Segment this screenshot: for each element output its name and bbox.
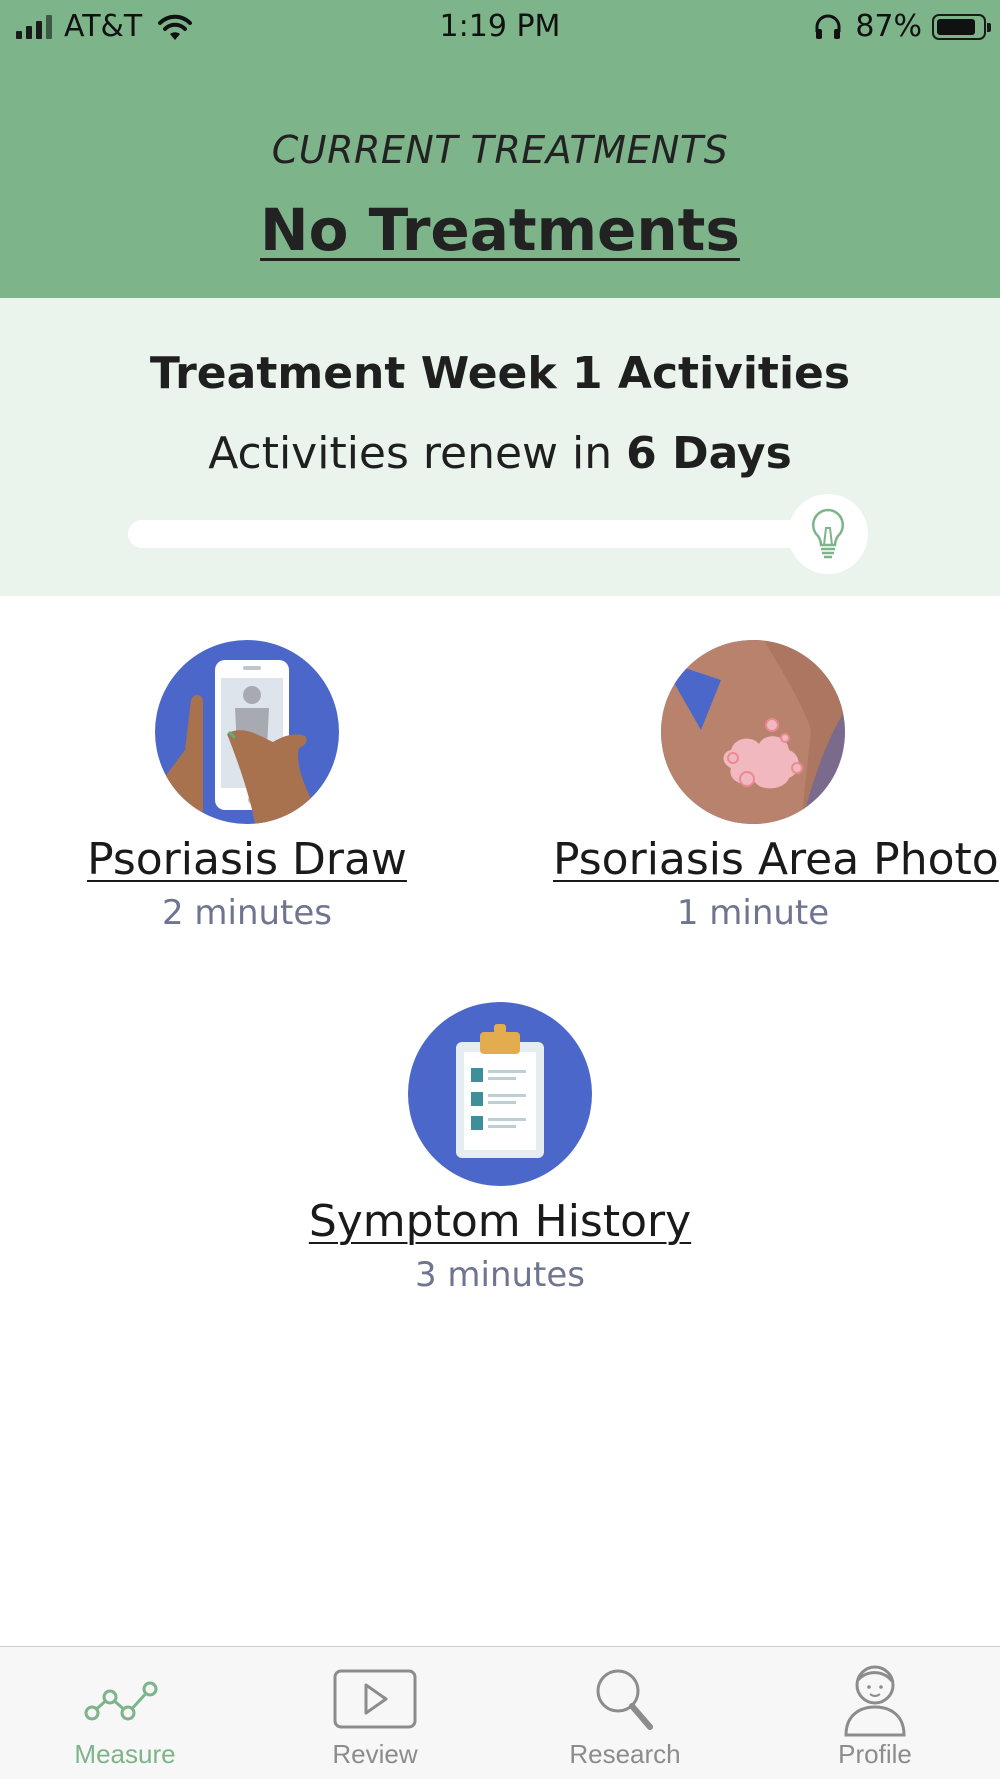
carrier-group: AT&T (16, 9, 194, 45)
activity-name[interactable]: Psoriasis Area Photo (553, 834, 999, 885)
tab-profile[interactable]: Profile (750, 1647, 1000, 1779)
renew-prefix: Activities renew in (208, 428, 613, 479)
renew-value: 6 Days (626, 428, 792, 479)
current-treatments-label: CURRENT TREATMENTS (271, 128, 729, 172)
status-bar: AT&T 1:19 PM 87% (0, 0, 1000, 56)
line-chart-icon (84, 1681, 158, 1721)
renew-line: Activities renew in 6 Days (0, 428, 1000, 479)
tip-button[interactable] (788, 494, 868, 574)
week-title: Treatment Week 1 Activities (149, 348, 851, 399)
battery-percent: 87% (855, 9, 922, 44)
week-progress-fill (128, 520, 848, 548)
current-treatments-link[interactable]: No Treatments (0, 196, 1000, 264)
tab-bar: Measure Review Research Profile (0, 1646, 1000, 1779)
activity-psoriasis-area-photo[interactable]: Psoriasis Area Photo 1 minute (553, 640, 999, 933)
week-progress-bar (128, 520, 848, 548)
activity-symptom-history[interactable]: Symptom History 3 minutes (300, 1002, 700, 1295)
battery-level-fill (937, 19, 976, 35)
tab-label: Review (332, 1739, 418, 1769)
tab-label: Research (569, 1739, 681, 1769)
clipboard-icon (408, 1002, 592, 1186)
tab-research[interactable]: Research (500, 1647, 750, 1779)
activity-duration: 3 minutes (414, 1255, 586, 1295)
tab-label: Measure (74, 1739, 176, 1769)
tab-label: Profile (838, 1739, 912, 1769)
carrier-name: AT&T (64, 9, 143, 44)
headphones-icon (815, 14, 841, 39)
lightbulb-icon (811, 508, 845, 559)
magnifier-icon (596, 1669, 653, 1730)
activity-psoriasis-draw[interactable]: Psoriasis Draw 2 minutes (47, 640, 447, 933)
week-activities-panel: Treatment Week 1 Activities Activities r… (0, 298, 1000, 596)
play-icon (333, 1669, 417, 1729)
wifi-icon (158, 14, 193, 40)
skin-patch-icon (661, 640, 845, 824)
header: AT&T 1:19 PM 87% CURRENT TREATMENTS No T… (0, 0, 1000, 298)
activity-duration: 2 minutes (161, 893, 333, 933)
status-right: 87% (813, 9, 991, 45)
tab-measure[interactable]: Measure (0, 1647, 250, 1779)
person-icon (844, 1665, 906, 1737)
phone-body-draw-icon (155, 640, 339, 824)
signal-strength-icon (16, 15, 52, 39)
tab-review[interactable]: Review (250, 1647, 500, 1779)
activity-name[interactable]: Symptom History (300, 1196, 700, 1247)
activity-name[interactable]: Psoriasis Draw (47, 834, 447, 885)
activity-duration: 1 minute (676, 893, 830, 933)
battery-icon (932, 14, 991, 40)
